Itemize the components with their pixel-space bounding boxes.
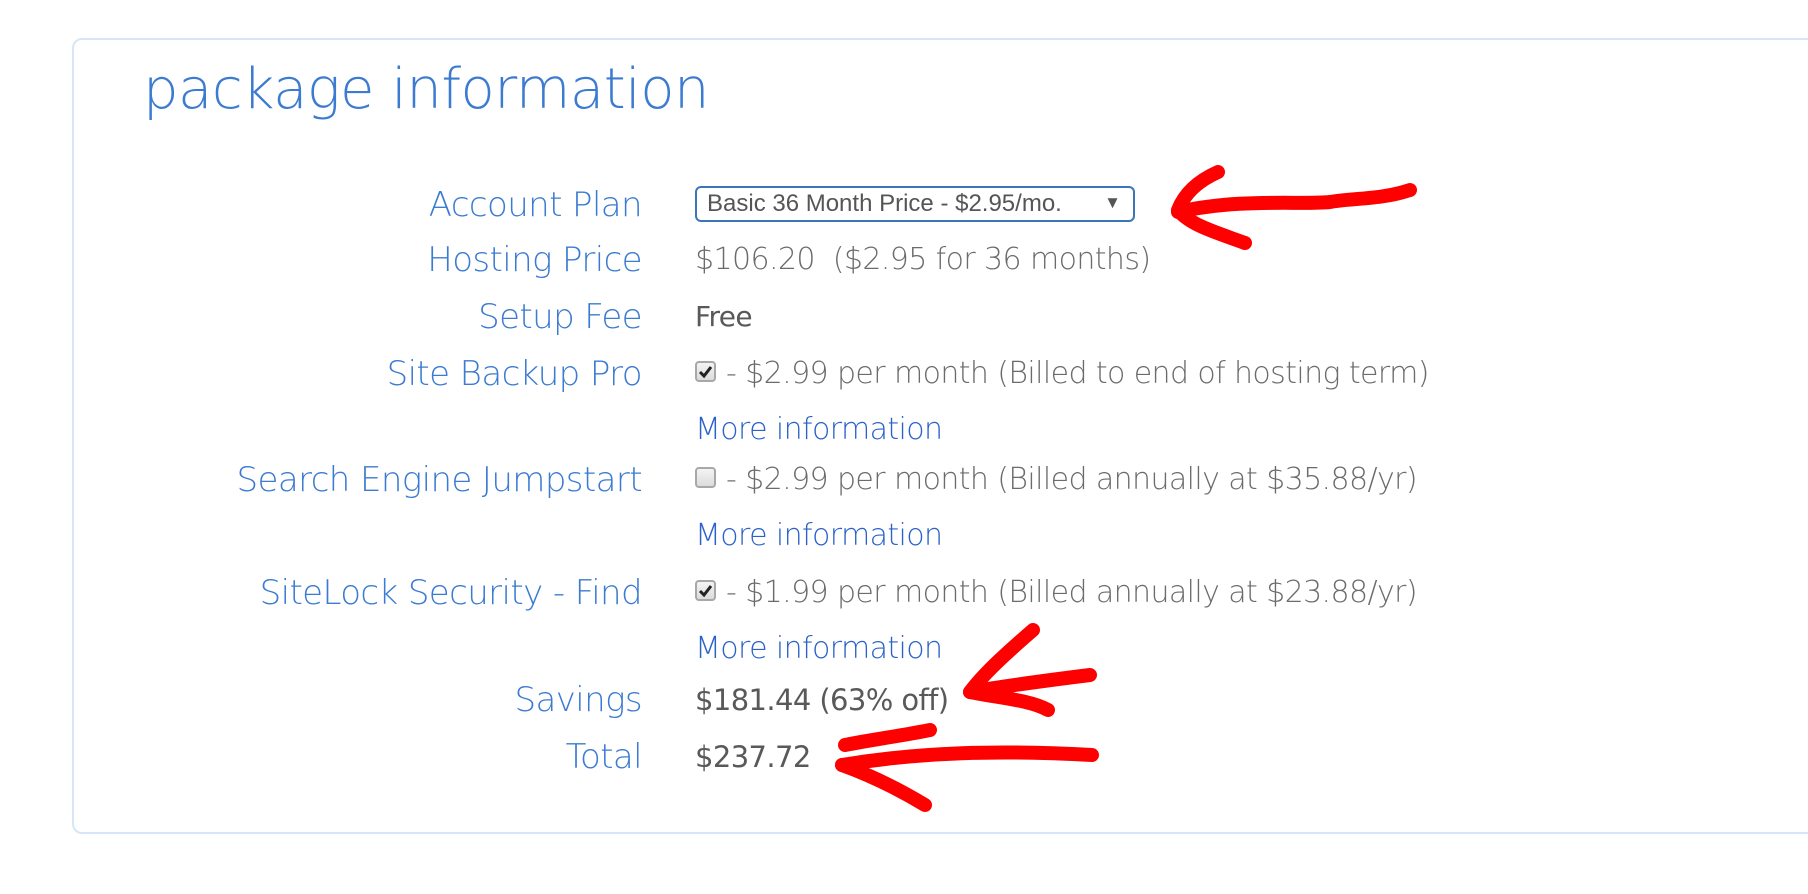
setup-fee-value: Free [695, 300, 753, 333]
addon-price-text: - $1.99 per month (Billed annually at $2… [726, 575, 1418, 610]
account-plan-selected-value: Basic 36 Month Price - $2.95/mo. [707, 190, 1062, 217]
more-information-link[interactable]: More information [695, 624, 943, 674]
savings-row: Savings $181.44 (63% off) [0, 675, 1808, 725]
search-engine-jumpstart-checkbox[interactable] [695, 467, 716, 488]
addon-row-sitelock-security: SiteLock Security - Find - $1.99 per mon… [0, 568, 1808, 618]
check-mark-icon [698, 366, 713, 379]
account-plan-label: Account Plan [428, 185, 643, 225]
hosting-price-row: Hosting Price $106.20 ($2.95 for 36 mont… [0, 235, 1808, 285]
account-plan-select[interactable]: Basic 36 Month Price - $2.95/mo. ▼ [695, 186, 1135, 222]
addon-label: Site Backup Pro [386, 354, 643, 394]
more-information-link[interactable]: More information [695, 405, 943, 455]
more-info-row: More information [0, 624, 1808, 674]
addon-label: SiteLock Security - Find [259, 573, 643, 613]
section-title: package information [143, 57, 709, 122]
total-row: Total $237.72 [0, 732, 1808, 782]
sitelock-security-checkbox[interactable] [695, 580, 716, 601]
hosting-price-label: Hosting Price [427, 240, 642, 280]
total-value: $237.72 [695, 740, 811, 774]
setup-fee-label: Setup Fee [478, 297, 643, 337]
hosting-price-value: $106.20 ($2.95 for 36 months) [695, 242, 1151, 277]
addon-price-text: - $2.99 per month (Billed annually at $3… [726, 462, 1418, 497]
savings-value: $181.44 (63% off) [695, 683, 949, 717]
more-info-row: More information [0, 405, 1808, 455]
addon-price-text: - $2.99 per month (Billed to end of host… [726, 356, 1429, 391]
addon-row-site-backup-pro: Site Backup Pro - $2.99 per month (Bille… [0, 349, 1808, 399]
addon-row-search-engine-jumpstart: Search Engine Jumpstart - $2.99 per mont… [0, 455, 1808, 505]
triangle-down-icon: ▼ [1104, 193, 1121, 212]
account-plan-row: Account Plan Basic 36 Month Price - $2.9… [0, 180, 1808, 230]
more-information-link[interactable]: More information [695, 511, 943, 561]
more-info-row: More information [0, 511, 1808, 561]
savings-label: Savings [514, 680, 643, 720]
setup-fee-row: Setup Fee Free [0, 292, 1808, 342]
total-label: Total [565, 737, 643, 777]
check-mark-icon [698, 585, 713, 598]
site-backup-pro-checkbox[interactable] [695, 361, 716, 382]
addon-label: Search Engine Jumpstart [236, 460, 643, 500]
